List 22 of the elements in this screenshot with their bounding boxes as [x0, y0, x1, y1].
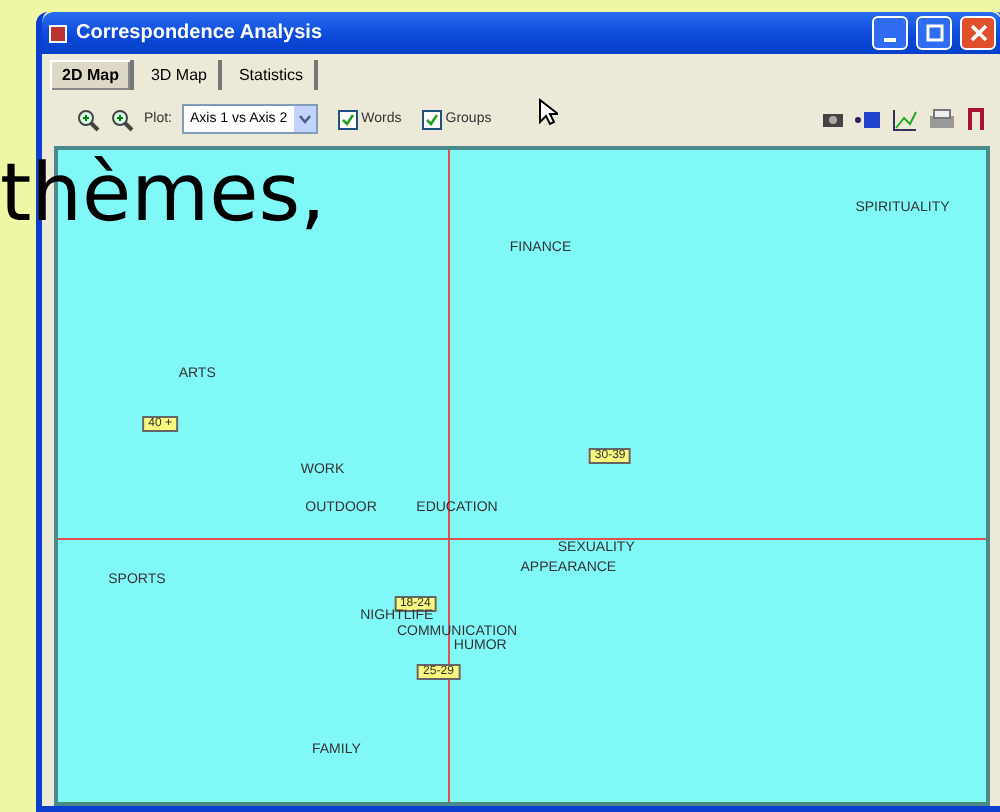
window-title: Correspondence Analysis — [76, 22, 325, 44]
close-button[interactable] — [960, 16, 996, 50]
app-icon — [48, 23, 68, 43]
caret-icon — [293, 106, 316, 132]
minimize-icon — [884, 37, 896, 41]
pointer-icon — [537, 97, 558, 125]
export-icon[interactable] — [854, 109, 882, 129]
tab[interactable]: 3D Map — [138, 60, 223, 90]
check-icon — [425, 113, 438, 125]
exit-icon[interactable] — [966, 106, 986, 132]
zoom-icon[interactable] — [76, 107, 100, 131]
check-icon — [341, 113, 354, 125]
zoom-icon[interactable] — [110, 107, 134, 131]
camera-icon[interactable] — [822, 110, 844, 128]
maximize-icon — [925, 24, 943, 42]
tab[interactable]: Statistics — [226, 60, 319, 90]
minimize-button[interactable] — [872, 16, 908, 50]
printer-icon[interactable] — [928, 107, 956, 131]
chart-icon[interactable] — [892, 107, 918, 131]
maximize-button[interactable] — [916, 16, 952, 50]
close-icon — [969, 24, 987, 42]
tab[interactable]: 2D Map — [50, 60, 135, 90]
